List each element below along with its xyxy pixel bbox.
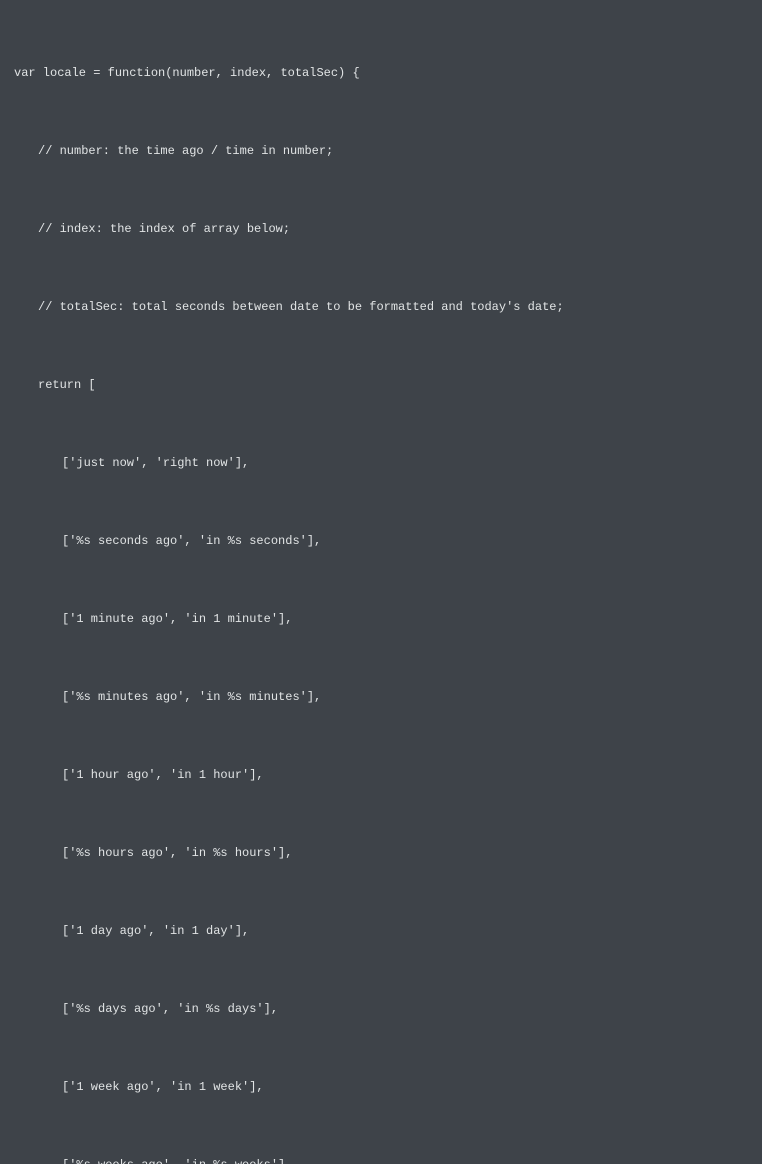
code-line: ['1 minute ago', 'in 1 minute'], [14, 606, 748, 632]
code-line: var locale = function(number, index, tot… [14, 60, 748, 86]
code-line: ['1 week ago', 'in 1 week'], [14, 1074, 748, 1100]
code-line: ['1 day ago', 'in 1 day'], [14, 918, 748, 944]
code-line: return [ [14, 372, 748, 398]
code-line: ['%s seconds ago', 'in %s seconds'], [14, 528, 748, 554]
code-line: // number: the time ago / time in number… [14, 138, 748, 164]
code-line: ['%s minutes ago', 'in %s minutes'], [14, 684, 748, 710]
code-line: ['%s hours ago', 'in %s hours'], [14, 840, 748, 866]
code-block: var locale = function(number, index, tot… [14, 8, 748, 1164]
code-line: // totalSec: total seconds between date … [14, 294, 748, 320]
code-line: ['just now', 'right now'], [14, 450, 748, 476]
code-line: ['%s days ago', 'in %s days'], [14, 996, 748, 1022]
code-line: ['%s weeks ago', 'in %s weeks'], [14, 1152, 748, 1164]
code-line: ['1 hour ago', 'in 1 hour'], [14, 762, 748, 788]
code-line: // index: the index of array below; [14, 216, 748, 242]
